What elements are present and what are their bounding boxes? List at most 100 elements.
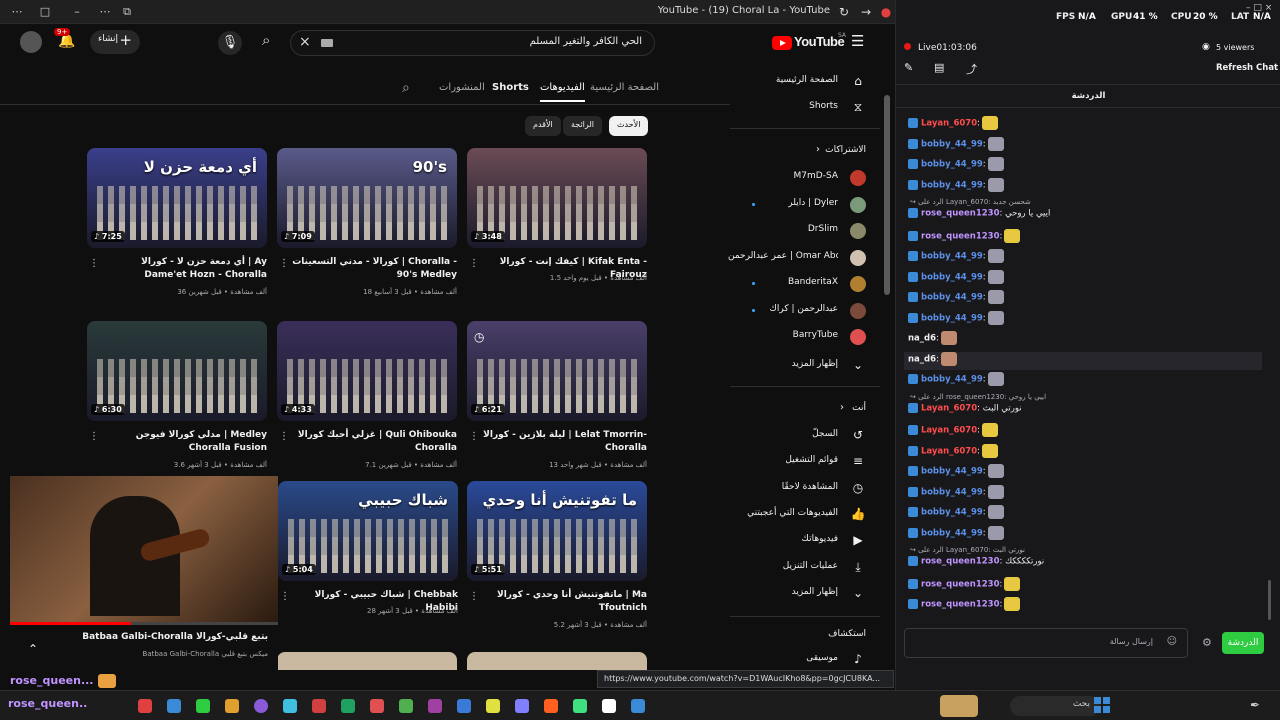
video-thumbnail[interactable]: ما تفوتنيش أنا وحدي ♪ 5:51 bbox=[467, 481, 647, 581]
chevron-up-icon[interactable]: ⌃ bbox=[28, 642, 38, 656]
tab-posts[interactable]: المنشورات bbox=[439, 82, 485, 93]
keyboard-icon[interactable] bbox=[321, 39, 333, 47]
emoji-icon[interactable]: ☺ bbox=[1167, 636, 1177, 647]
taskbar-app-icon[interactable] bbox=[341, 699, 355, 713]
taskbar-app-icon[interactable] bbox=[573, 699, 587, 713]
minimize-icon[interactable]: – bbox=[68, 3, 86, 21]
taskbar-app-icon[interactable] bbox=[312, 699, 326, 713]
chat-username[interactable]: bobby_44_99 bbox=[921, 139, 983, 149]
chat-username[interactable]: Layan_6070 bbox=[921, 119, 977, 129]
sidebar-show-more[interactable]: إظهار المزيد ⌄ bbox=[730, 356, 880, 376]
video-thumbnail[interactable]: ♪ 3:48 bbox=[467, 148, 647, 248]
chat-message[interactable]: rose_queen1230: bbox=[908, 597, 1021, 615]
chat-message[interactable]: Layan_6070: bbox=[908, 423, 999, 441]
taskbar-app-icon[interactable] bbox=[225, 699, 239, 713]
chat-message[interactable]: bobby_44_99: bbox=[908, 157, 1004, 175]
video-thumbnail[interactable]: ♪ 6:21 bbox=[467, 321, 647, 421]
video-card[interactable]: ♪ 4:33 غزلي أحبك كورالا | Quli Ohibouka C… bbox=[277, 321, 457, 469]
chat-username[interactable]: na_d6 bbox=[908, 334, 936, 344]
chat-username[interactable]: bobby_44_99 bbox=[921, 467, 983, 477]
forward-icon[interactable]: → bbox=[858, 3, 874, 21]
chat-username[interactable]: rose_queen1230 bbox=[921, 231, 999, 241]
chat-input[interactable]: إرسال رسالة ☺ bbox=[904, 628, 1188, 658]
sidebar-you-item[interactable]: الفيديوهات التي أعجبتني 👍 bbox=[730, 505, 880, 525]
sidebar-you-item[interactable]: فيديوهاتك ▶ bbox=[730, 531, 880, 551]
chat-username[interactable]: Layan_6070 bbox=[921, 403, 977, 413]
video-card[interactable]: ما تفوتنيش أنا وحدي ♪ 5:51 ماتفوتنيش أنا و… bbox=[467, 481, 647, 629]
video-card[interactable]: 90's ♪ 7:09 كورالا - مدني التسعينات | Chor… bbox=[277, 148, 457, 296]
chat-tab-title[interactable]: الدردشة bbox=[896, 91, 1280, 101]
chat-username[interactable]: bobby_44_99 bbox=[921, 252, 983, 262]
chat-username[interactable]: Layan_6070 bbox=[921, 426, 977, 436]
tab-videos[interactable]: الفيديوهات bbox=[540, 82, 585, 102]
chat-username[interactable]: bobby_44_99 bbox=[921, 375, 983, 385]
hamburger-menu-icon[interactable]: ☰ bbox=[851, 32, 864, 50]
sidebar-subscription[interactable]: BanderitaX bbox=[730, 274, 880, 294]
video-title[interactable]: ماتفوتنيش أنا وحدي - كورالا | Ma Tfoutni… bbox=[479, 589, 647, 615]
miniplayer-video[interactable] bbox=[10, 476, 278, 622]
mic-icon[interactable]: 🎙 bbox=[218, 31, 242, 55]
sidebar-show-more-2[interactable]: إظهار المزيد ⌄ bbox=[730, 584, 880, 604]
clear-search-icon[interactable]: × bbox=[299, 34, 311, 50]
chat-send-button[interactable]: الدردشة bbox=[1222, 632, 1264, 654]
more-options-icon[interactable]: ⋮ bbox=[89, 431, 99, 442]
sidebar-item-home[interactable]: الصفحة الرئيسية ⌂ bbox=[730, 72, 880, 92]
chat-message[interactable]: bobby_44_99: bbox=[908, 310, 1004, 329]
window-restore-icon[interactable]: □ bbox=[36, 3, 54, 21]
video-thumbnail-partial[interactable] bbox=[467, 652, 647, 670]
clip-icon[interactable]: ▤ bbox=[934, 61, 944, 74]
sidebar-you-item[interactable]: قوائم التشغيل ≡ bbox=[730, 452, 880, 472]
chat-username[interactable]: na_d6 bbox=[908, 354, 936, 364]
miniplayer[interactable]: Batbaa Galbi-Choralla بتبع قلبي-كورالا B… bbox=[10, 476, 278, 690]
video-card[interactable]: ♪ 3:48 كيفك إنت - كورالا | Kifak Enta - F… bbox=[467, 148, 647, 282]
sidebar-subscription[interactable]: عمر عبدالرحمن | Omar Abdulrahman bbox=[728, 248, 880, 268]
taskbar-app-icon[interactable] bbox=[138, 699, 152, 713]
chat-message[interactable]: na_d6: bbox=[908, 331, 957, 349]
video-title[interactable]: ليلة بلازين - كورالا | Lelat Tmorrin- Ch… bbox=[479, 429, 647, 455]
taskbar-app-icon[interactable] bbox=[631, 699, 645, 713]
tab-shorts[interactable]: Shorts bbox=[492, 82, 529, 93]
record-icon[interactable]: ● bbox=[878, 3, 894, 21]
chat-message[interactable]: Layan_6070: bbox=[908, 116, 999, 134]
taskbar-app-icon[interactable] bbox=[167, 699, 181, 713]
video-thumbnail-partial[interactable] bbox=[277, 652, 457, 670]
sidebar-item-shorts[interactable]: Shorts ⧖ bbox=[730, 98, 880, 118]
chat-username[interactable]: Layan_6070 bbox=[921, 446, 977, 456]
chat-message[interactable]: bobby_44_99: bbox=[908, 464, 1004, 482]
taskbar-app-icon[interactable] bbox=[196, 699, 210, 713]
chat-username[interactable]: bobby_44_99 bbox=[921, 487, 983, 497]
create-button[interactable]: إنشاء + bbox=[90, 30, 140, 54]
chat-message[interactable]: bobby_44_99: bbox=[908, 177, 1004, 196]
chat-message[interactable]: na_d6: bbox=[904, 351, 1262, 370]
chat-message[interactable]: bobby_44_99: bbox=[908, 136, 1004, 155]
taskbar-app-icon[interactable] bbox=[602, 699, 616, 713]
sidebar-subscription[interactable]: DrSlim bbox=[730, 221, 880, 241]
more-options-icon[interactable]: ⋮ bbox=[279, 431, 289, 442]
tab-home[interactable]: الصفحة الرئيسية bbox=[590, 82, 659, 93]
chip-latest[interactable]: الأحدث bbox=[609, 116, 649, 136]
more-options-icon[interactable]: ⋮ bbox=[469, 591, 479, 602]
video-thumbnail[interactable]: أي دمعة حزن لا ♪ 7:25 bbox=[87, 148, 267, 248]
pencil-icon[interactable]: ✎ bbox=[904, 61, 913, 74]
watch-later-icon[interactable]: ◷ bbox=[474, 327, 484, 347]
taskbar-app-icon[interactable] bbox=[544, 699, 558, 713]
chat-username[interactable]: bobby_44_99 bbox=[921, 272, 983, 282]
video-title[interactable]: غزلي أحبك كورالا | Quli Ohibouka Chorall… bbox=[289, 429, 457, 455]
share-icon[interactable]: ⤴ bbox=[966, 61, 977, 77]
chat-message[interactable]: bobby_44_99: bbox=[908, 249, 1004, 267]
page-scrollbar[interactable] bbox=[884, 95, 890, 295]
settings-icon[interactable]: ⚙ bbox=[1202, 636, 1212, 649]
reload-icon[interactable]: ↻ bbox=[836, 3, 852, 21]
more-options-icon[interactable]: ⋮ bbox=[469, 431, 479, 442]
taskbar-app-icon[interactable] bbox=[428, 699, 442, 713]
taskbar-search[interactable]: بحث bbox=[1010, 696, 1100, 716]
taskbar-app-icon[interactable] bbox=[283, 699, 297, 713]
search-icon[interactable]: ⌕ bbox=[262, 31, 270, 49]
search-input[interactable]: × الحي الكافر والتغير المسلم bbox=[290, 30, 655, 56]
sidebar-subscription[interactable]: BarryTube bbox=[730, 327, 880, 347]
chat-username[interactable]: bobby_44_99 bbox=[921, 528, 983, 538]
chat-username[interactable]: bobby_44_99 bbox=[921, 160, 983, 170]
video-card[interactable]: ♪ 6:30 مدلي كورالا فيوجن | Medley Chorall… bbox=[87, 321, 267, 469]
miniplayer-progress[interactable] bbox=[10, 622, 278, 625]
video-thumbnail[interactable]: شباك حبيبي ♪ 5:04 bbox=[278, 481, 458, 581]
